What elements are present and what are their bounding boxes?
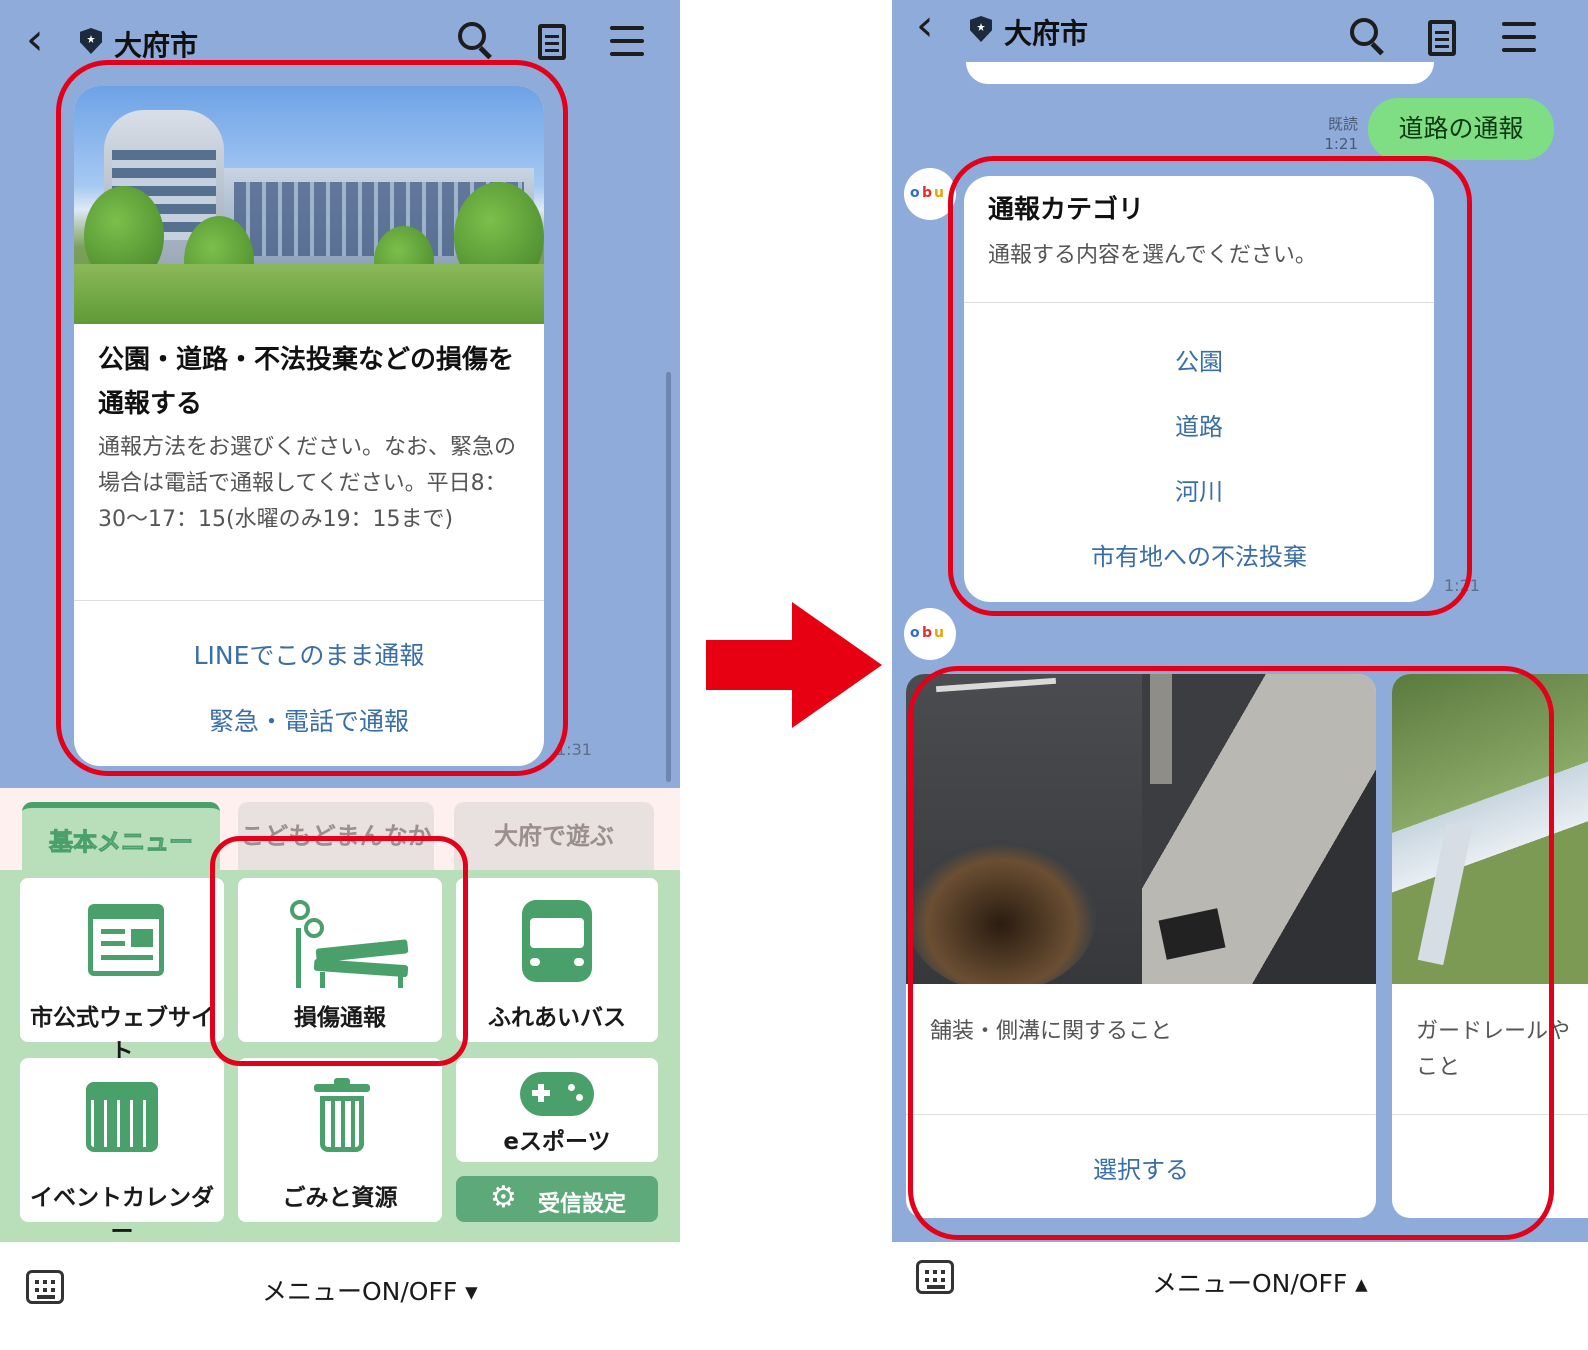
right-screenshot: ‹ 大府市 既読 1:21 道路の通報 obu 通報カテゴリ 通報する内容を選ん… [892, 0, 1588, 1350]
website-icon [88, 904, 164, 976]
chat-title: 大府市 [114, 29, 199, 62]
notes-icon[interactable] [1422, 18, 1462, 58]
tab-basic-menu[interactable]: 基本メニュー [22, 802, 220, 870]
scrollbar[interactable] [666, 372, 671, 782]
search-icon[interactable] [1348, 16, 1388, 56]
rich-menu: 基本メニュー こどもどまんなか 大府で遊ぶ 市公式ウェブサイト 損傷通報 ふれあ… [0, 788, 680, 1245]
official-account-shield-icon [970, 16, 992, 42]
tile-event-calendar[interactable]: イベントカレンダー [20, 1058, 224, 1245]
tile-fureai-bus[interactable]: ふれあいバス [456, 878, 658, 1042]
tile-label: ごみと資源 [282, 1185, 398, 1211]
tile-esports[interactable]: eスポーツ [456, 1058, 658, 1162]
tile-label: ふれあいバス [488, 1005, 626, 1031]
left-screenshot: ‹ 大府市 公園・道路・不法投棄などの損傷を通報する 通報方法をお選びください。… [0, 0, 680, 1350]
highlight-frame-category [948, 156, 1472, 616]
tab-play-in-obu[interactable]: 大府で遊ぶ [454, 802, 654, 870]
highlight-frame-carousel [908, 666, 1554, 1240]
bottom-bar: メニューON/OFF ▾ [0, 1242, 680, 1350]
read-receipt: 既読 1:21 [1324, 115, 1358, 153]
previous-message-edge [966, 62, 1434, 84]
bus-icon [522, 900, 592, 982]
receive-settings-button[interactable]: ⚙ 受信設定 [456, 1176, 658, 1222]
gear-icon: ⚙ [490, 1180, 517, 1215]
back-icon[interactable]: ‹ [26, 18, 44, 62]
menu-icon[interactable] [608, 22, 648, 62]
tile-label: eスポーツ [503, 1129, 611, 1155]
chat-header: ‹ 大府市 [892, 0, 1588, 60]
search-icon[interactable] [456, 20, 496, 60]
chat-title: 大府市 [1004, 17, 1089, 50]
highlight-frame-damage-tile [210, 836, 468, 1066]
tile-label: 市公式ウェブサイト [30, 1005, 214, 1065]
highlight-frame-card [56, 60, 568, 776]
menu-toggle[interactable]: メニューON/OFF ▾ [262, 1272, 478, 1308]
menu-icon[interactable] [1500, 18, 1540, 58]
tile-garbage-resources[interactable]: ごみと資源 [238, 1058, 442, 1222]
obu-avatar-icon[interactable]: obu [904, 608, 956, 660]
back-icon[interactable]: ‹ [916, 4, 934, 48]
keyboard-icon[interactable] [26, 1270, 64, 1304]
trash-can-icon [314, 1078, 370, 1154]
receive-settings-label: 受信設定 [538, 1192, 627, 1217]
notes-icon[interactable] [532, 22, 572, 62]
bottom-bar: メニューON/OFF ▴ [892, 1242, 1588, 1350]
tile-label: イベントカレンダー [30, 1185, 214, 1245]
official-account-shield-icon [80, 28, 102, 54]
game-controller-icon [520, 1072, 594, 1116]
calendar-icon [86, 1082, 158, 1152]
menu-toggle[interactable]: メニューON/OFF ▴ [1152, 1264, 1368, 1300]
tile-official-website[interactable]: 市公式ウェブサイト [20, 878, 224, 1065]
transition-arrow-icon [706, 602, 882, 728]
keyboard-icon[interactable] [916, 1260, 954, 1294]
user-message-bubble: 道路の通報 [1368, 98, 1554, 160]
